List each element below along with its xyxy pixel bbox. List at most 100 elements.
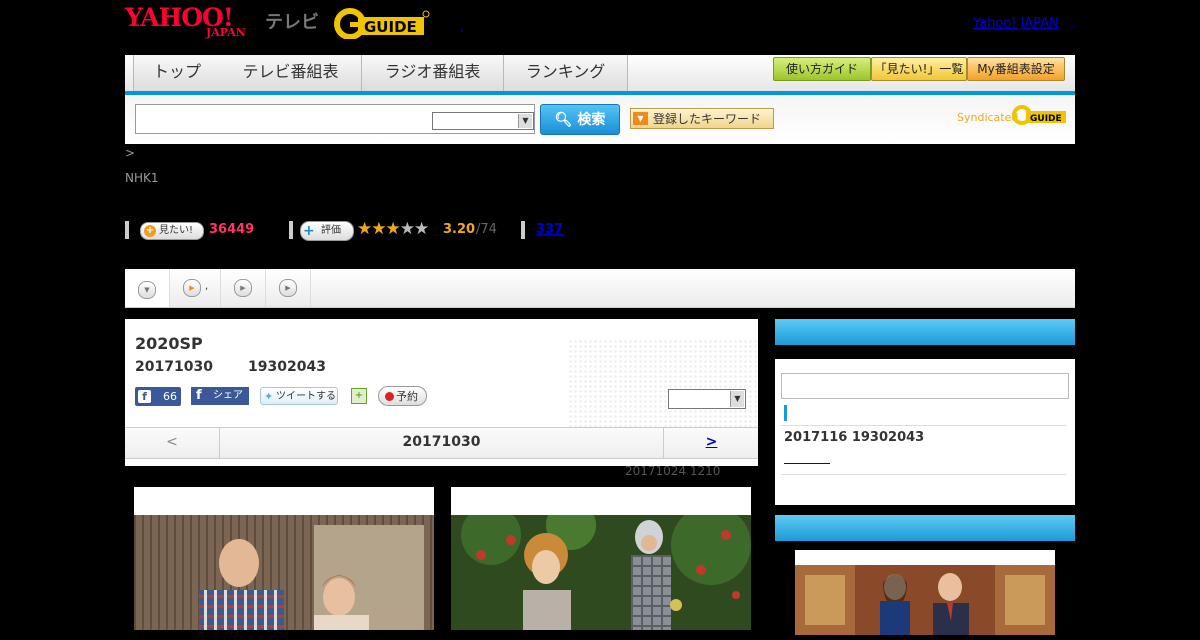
prev-day-button[interactable]: < bbox=[125, 428, 220, 458]
yahoo-japan-top-link[interactable]: Yahoo! JAPAN bbox=[973, 16, 1059, 31]
sidebar-program-image[interactable] bbox=[795, 550, 1055, 635]
nav-tab-radio-schedule[interactable]: ラジオ番組表 bbox=[362, 55, 504, 91]
date-navigation: < 20171030 > bbox=[125, 427, 758, 459]
nav-tab-tv-schedule[interactable]: テレビ番組表 bbox=[220, 55, 362, 91]
program-image-2[interactable] bbox=[451, 487, 751, 630]
sidebar-box-1-header bbox=[775, 319, 1075, 345]
sidebar-box-1: 2017116 19302043 bbox=[775, 319, 1075, 505]
star-filled-icon: ★ bbox=[385, 219, 401, 239]
program-photo bbox=[451, 515, 751, 630]
tv-label: テレビ bbox=[265, 12, 319, 33]
sidebar-link[interactable] bbox=[784, 451, 830, 464]
program-image-1[interactable] bbox=[134, 487, 434, 630]
header-dot: . bbox=[1070, 16, 1075, 31]
plus-icon: + bbox=[144, 225, 156, 237]
mitai-count: 36449 bbox=[209, 222, 255, 237]
search-bar: ▼ 🔍︎ 検索 ▼ 登録したキーワード Syndicated GUIDE bbox=[125, 95, 1075, 144]
svg-text:GUIDE: GUIDE bbox=[1030, 114, 1062, 124]
yahoo-japan-logo-sub: JAPAN bbox=[206, 26, 246, 39]
chevron-down-icon: ▼ bbox=[633, 112, 648, 125]
search-genre-select[interactable]: ▼ bbox=[432, 112, 534, 130]
nav-tab-ranking[interactable]: ランキング bbox=[504, 55, 628, 91]
search-button-label: 検索 bbox=[577, 112, 606, 128]
play-icon: ▶ bbox=[234, 279, 252, 297]
my-schedule-settings-button[interactable]: My番組表設定 bbox=[967, 57, 1065, 81]
star-empty-icon: ★ bbox=[414, 219, 429, 239]
facebook-icon: f bbox=[138, 390, 151, 403]
section-marker bbox=[784, 405, 787, 421]
program-time: 19302043 bbox=[248, 359, 326, 375]
tab-4[interactable]: ▶ bbox=[266, 269, 311, 307]
program-title: 2020SP bbox=[135, 334, 203, 353]
add-to-calendar-icon[interactable]: + bbox=[351, 388, 367, 404]
play-icon: ▶ bbox=[279, 279, 297, 297]
chevron-down-icon: ▼ bbox=[138, 281, 156, 299]
record-icon bbox=[385, 392, 394, 401]
panel-select[interactable]: ▼ bbox=[668, 389, 746, 409]
facebook-icon: f bbox=[196, 388, 202, 403]
decorative-pattern bbox=[568, 339, 758, 429]
sidebar-box-1-strip bbox=[775, 345, 1075, 359]
registered-keywords-label: 登録したキーワード bbox=[653, 112, 762, 126]
tab-2-label: , bbox=[205, 281, 209, 292]
divider bbox=[289, 221, 293, 239]
program-detail-panel: 2020SP 20171030 19302043 f 66 f シェア ✦ ツイ… bbox=[125, 319, 758, 466]
sidebar-date-time: 2017116 19302043 bbox=[784, 430, 925, 445]
search-icon: 🔍︎ bbox=[554, 112, 573, 128]
content-tabs: ▼ ▶ , ▶ ▶ bbox=[125, 269, 1075, 308]
program-photo bbox=[134, 515, 434, 630]
usage-guide-button[interactable]: 使い方ガイド bbox=[773, 57, 871, 81]
tab-1[interactable]: ▼ bbox=[125, 269, 170, 307]
svg-text:GUIDE: GUIDE bbox=[364, 18, 417, 36]
mitai-label: 見たい! bbox=[159, 225, 194, 236]
chevron-down-icon: ▼ bbox=[730, 391, 744, 407]
twitter-bird-icon: ✦ bbox=[264, 390, 274, 403]
channel-name: NHK1 bbox=[125, 171, 159, 185]
divider bbox=[125, 221, 129, 239]
syndicated-gguide-logo: GUIDE bbox=[1012, 105, 1066, 125]
registered-keywords-button[interactable]: ▼ 登録したキーワード bbox=[630, 108, 774, 129]
chevron-down-icon: ▼ bbox=[518, 114, 532, 128]
search-button[interactable]: 🔍︎ 検索 bbox=[540, 104, 620, 135]
sidebar-photo bbox=[795, 565, 1055, 635]
update-timestamp: 20171024 1210 bbox=[625, 464, 721, 478]
gguide-logo[interactable]: GUIDE bbox=[334, 7, 430, 39]
facebook-like-button[interactable]: f 66 bbox=[135, 387, 181, 406]
tab-2[interactable]: ▶ , bbox=[170, 269, 221, 307]
nav-tab-top[interactable]: トップ bbox=[133, 55, 221, 91]
rate-label: 評価 bbox=[321, 225, 341, 236]
plus-icon: + bbox=[303, 223, 315, 239]
sidebar-box-2-header bbox=[775, 515, 1075, 541]
reserve-label: 予約 bbox=[396, 390, 418, 403]
star-filled-icon: ★ bbox=[371, 219, 386, 239]
divider bbox=[521, 221, 525, 239]
next-day-link[interactable]: > bbox=[663, 428, 759, 458]
breadcrumb[interactable]: > bbox=[125, 146, 135, 160]
tweet-label: ツイートする bbox=[276, 391, 336, 402]
rate-button[interactable]: + 評価 bbox=[300, 221, 354, 241]
syndicated-label: Syndicated bbox=[957, 111, 1019, 124]
tab-3[interactable]: ▶ bbox=[221, 269, 266, 307]
sidebar-input[interactable] bbox=[781, 373, 1069, 399]
mitai-list-button[interactable]: 「見たい!」一覧 bbox=[871, 57, 967, 81]
main-nav: トップ テレビ番組表 ラジオ番組表 ランキング 使い方ガイド 「見たい!」一覧 … bbox=[125, 55, 1075, 95]
divider bbox=[781, 474, 1066, 475]
review-count-link[interactable]: 337 bbox=[536, 222, 563, 237]
rating-score: 3.20 bbox=[443, 222, 476, 237]
program-date: 20171030 bbox=[135, 359, 213, 375]
reserve-button[interactable]: 予約 bbox=[378, 386, 427, 406]
divider bbox=[781, 425, 1066, 426]
like-count: 66 bbox=[163, 390, 177, 403]
play-icon: ▶ bbox=[183, 279, 201, 297]
facebook-share-button[interactable]: f シェア bbox=[191, 387, 249, 405]
sidebar-box-2 bbox=[775, 515, 1075, 635]
star-rating: ★★★★★ bbox=[357, 219, 429, 239]
rating-count: /74 bbox=[476, 222, 497, 237]
tweet-button[interactable]: ✦ ツイートする bbox=[260, 387, 338, 405]
star-empty-icon: ★ bbox=[399, 219, 415, 239]
header-separator: , bbox=[460, 20, 464, 34]
star-filled-icon: ★ bbox=[357, 219, 372, 239]
current-day: 20171030 bbox=[402, 434, 481, 450]
share-label: シェア bbox=[213, 390, 243, 401]
mitai-button[interactable]: + 見たい! bbox=[140, 222, 204, 240]
